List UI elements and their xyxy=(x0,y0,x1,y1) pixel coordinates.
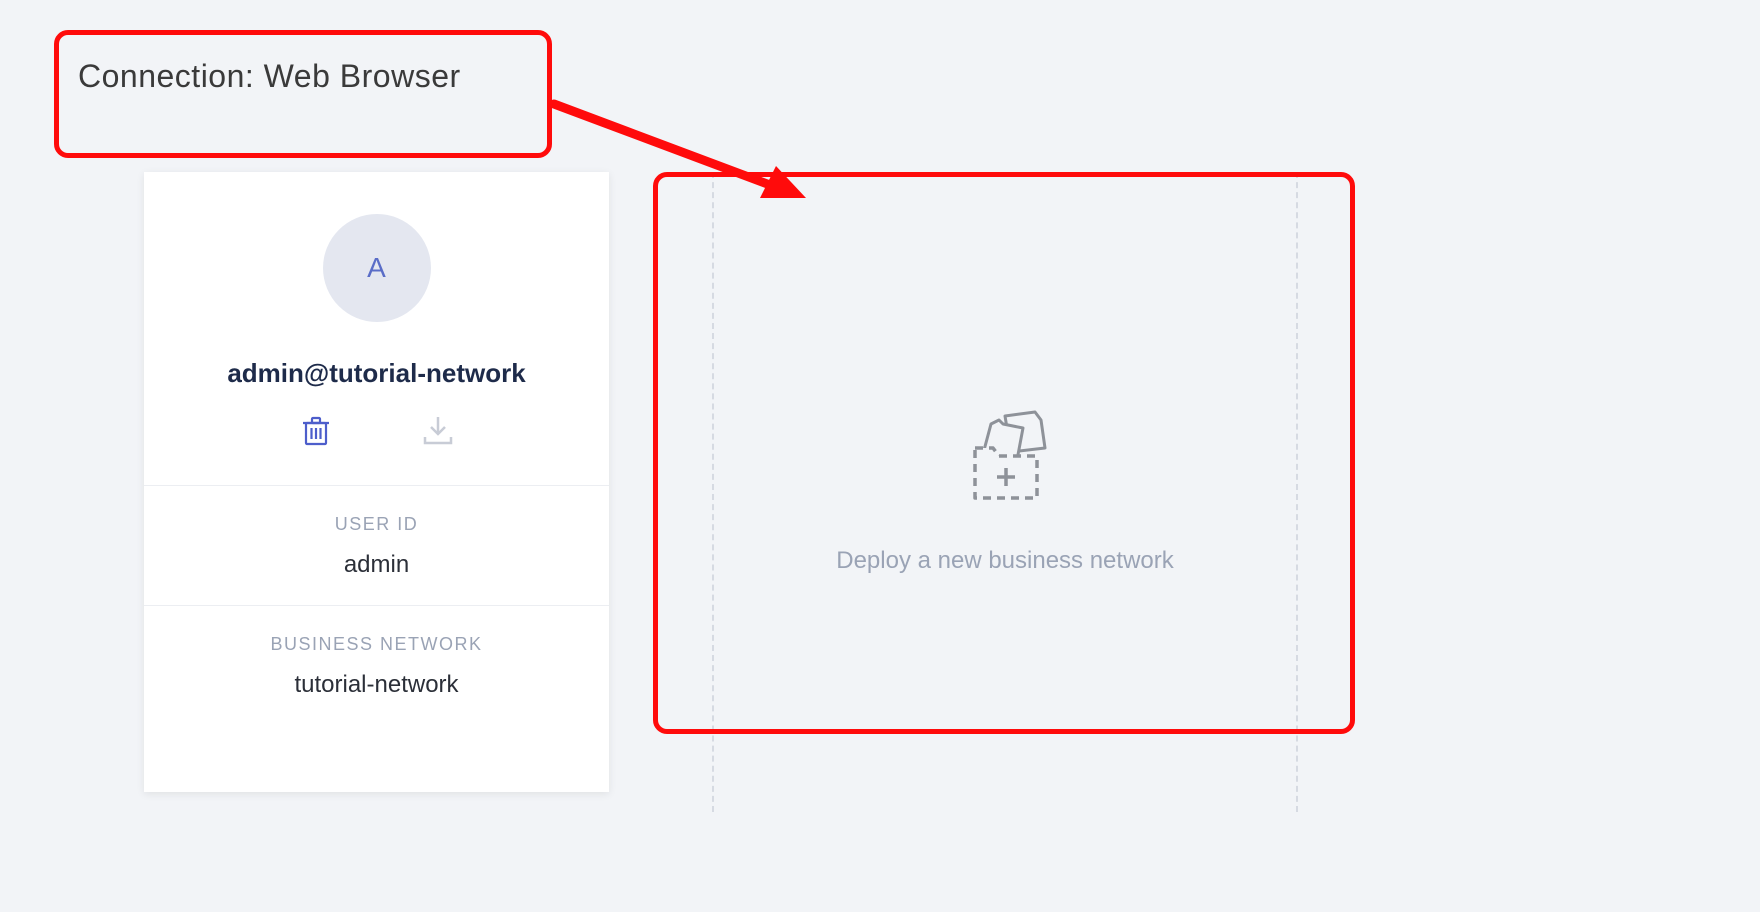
trash-icon xyxy=(303,416,329,446)
business-network-section: BUSINESS NETWORK tutorial-network xyxy=(144,606,609,725)
business-network-value: tutorial-network xyxy=(144,671,609,699)
business-network-label: BUSINESS NETWORK xyxy=(144,634,609,655)
user-id-value: admin xyxy=(144,551,609,579)
connection-header: Connection: Web Browser xyxy=(78,58,461,95)
user-id-label: USER ID xyxy=(144,514,609,535)
deploy-folder-icon xyxy=(945,410,1065,515)
user-id-section: USER ID admin xyxy=(144,486,609,606)
avatar-letter: A xyxy=(367,252,386,284)
deploy-panel[interactable]: Deploy a new business network xyxy=(660,172,1350,812)
avatar: A xyxy=(323,214,431,322)
download-icon xyxy=(423,417,453,445)
deploy-label: Deploy a new business network xyxy=(836,547,1174,575)
identity-card: A admin@tutorial-network USER ID admin xyxy=(144,172,609,792)
card-action-row xyxy=(144,415,609,486)
card-identity: admin@tutorial-network xyxy=(144,358,609,389)
download-button[interactable] xyxy=(422,415,454,447)
delete-button[interactable] xyxy=(300,415,332,447)
